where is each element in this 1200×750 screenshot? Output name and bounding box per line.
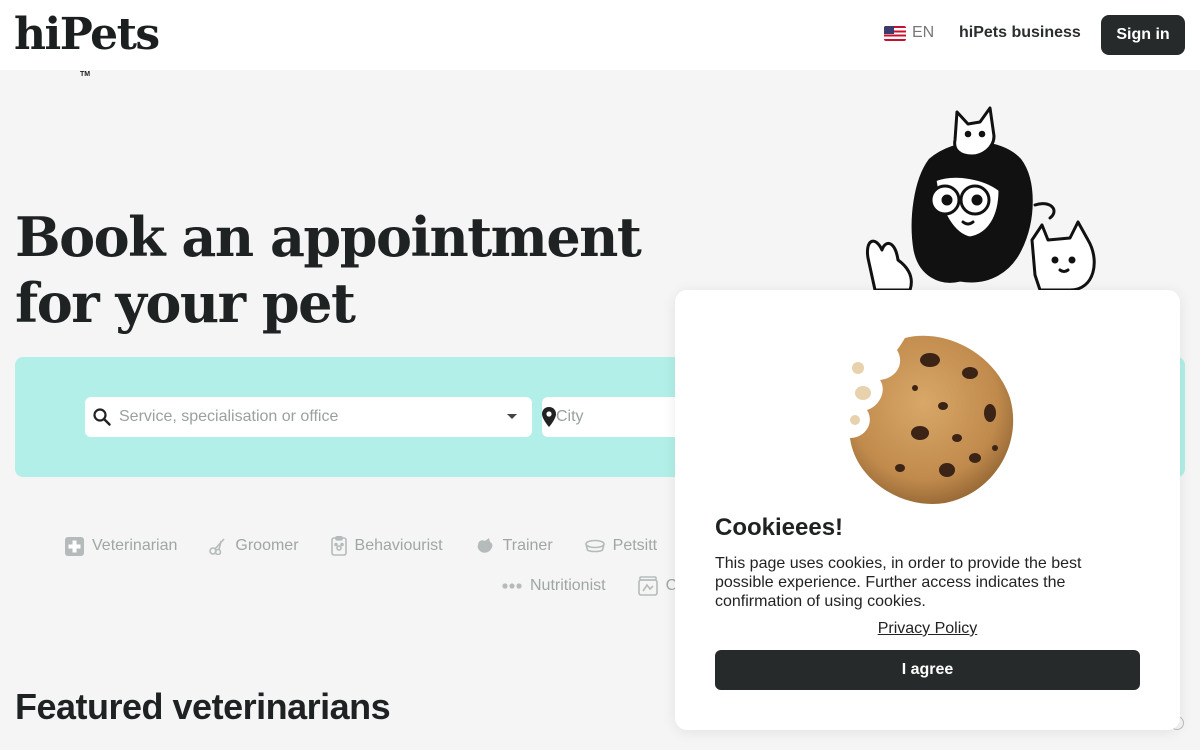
clipboard-paw-icon [330, 536, 347, 556]
cookie-icon [845, 328, 1020, 508]
category-label: Trainer [502, 537, 553, 554]
category-list-row-1: Veterinarian Groomer Behaviourist Traine… [65, 536, 689, 556]
location-pin-icon [542, 407, 556, 427]
trademark-mark: TM [80, 71, 91, 78]
category-veterinarian[interactable]: Veterinarian [65, 536, 178, 556]
category-label: Nutritionist [530, 577, 606, 594]
category-petsitter[interactable]: Petsitt [584, 537, 658, 555]
scissors-icon [209, 538, 225, 555]
top-navigation-bar: hiPets TM EN hiPets business Sign in [0, 0, 1200, 78]
language-label: EN [912, 24, 935, 41]
service-search-input[interactable] [119, 397, 492, 437]
pet-bowl-icon [584, 539, 605, 553]
category-groomer[interactable]: Groomer [209, 537, 299, 555]
us-flag-icon [884, 25, 906, 41]
hero-illustration-girl-with-pets [860, 100, 1110, 290]
language-selector[interactable]: EN [884, 24, 934, 42]
hero-title-line-2: for your pet [15, 271, 356, 335]
hipets-logo[interactable]: hiPets TM [14, 6, 160, 78]
cookie-consent-modal: Cookieees! This page uses cookies, in or… [675, 290, 1180, 730]
cookie-modal-text: This page uses cookies, in order to prov… [715, 555, 1082, 610]
food-container-icon [637, 576, 658, 596]
medical-cross-icon [65, 536, 84, 556]
search-icon [85, 408, 119, 426]
dog-icon [477, 538, 492, 553]
category-trainer[interactable]: Trainer [475, 537, 553, 555]
category-label: Veterinarian [92, 537, 178, 554]
category-label: Petsitt [612, 537, 658, 554]
category-behaviourist[interactable]: Behaviourist [330, 536, 443, 556]
hero-title: Book an appointment for your pet [15, 204, 655, 336]
service-search-field[interactable] [85, 397, 532, 437]
category-label: Groomer [235, 537, 299, 554]
hero-title-line-1: Book an appointment [15, 205, 642, 269]
sign-in-button[interactable]: Sign in [1101, 15, 1185, 55]
category-other[interactable]: C [637, 576, 677, 596]
cookie-modal-title: Cookieees! [715, 514, 844, 541]
chevron-down-icon[interactable] [492, 413, 532, 421]
i-agree-button[interactable]: I agree [715, 650, 1140, 690]
hipets-business-link[interactable]: hiPets business [959, 24, 1081, 42]
category-nutritionist[interactable]: Nutritionist [502, 577, 606, 595]
category-label: Behaviourist [354, 537, 443, 554]
privacy-policy-link[interactable]: Privacy Policy [675, 620, 1180, 638]
dots-icon [502, 583, 522, 589]
featured-veterinarians-heading: Featured veterinarians [15, 686, 391, 727]
